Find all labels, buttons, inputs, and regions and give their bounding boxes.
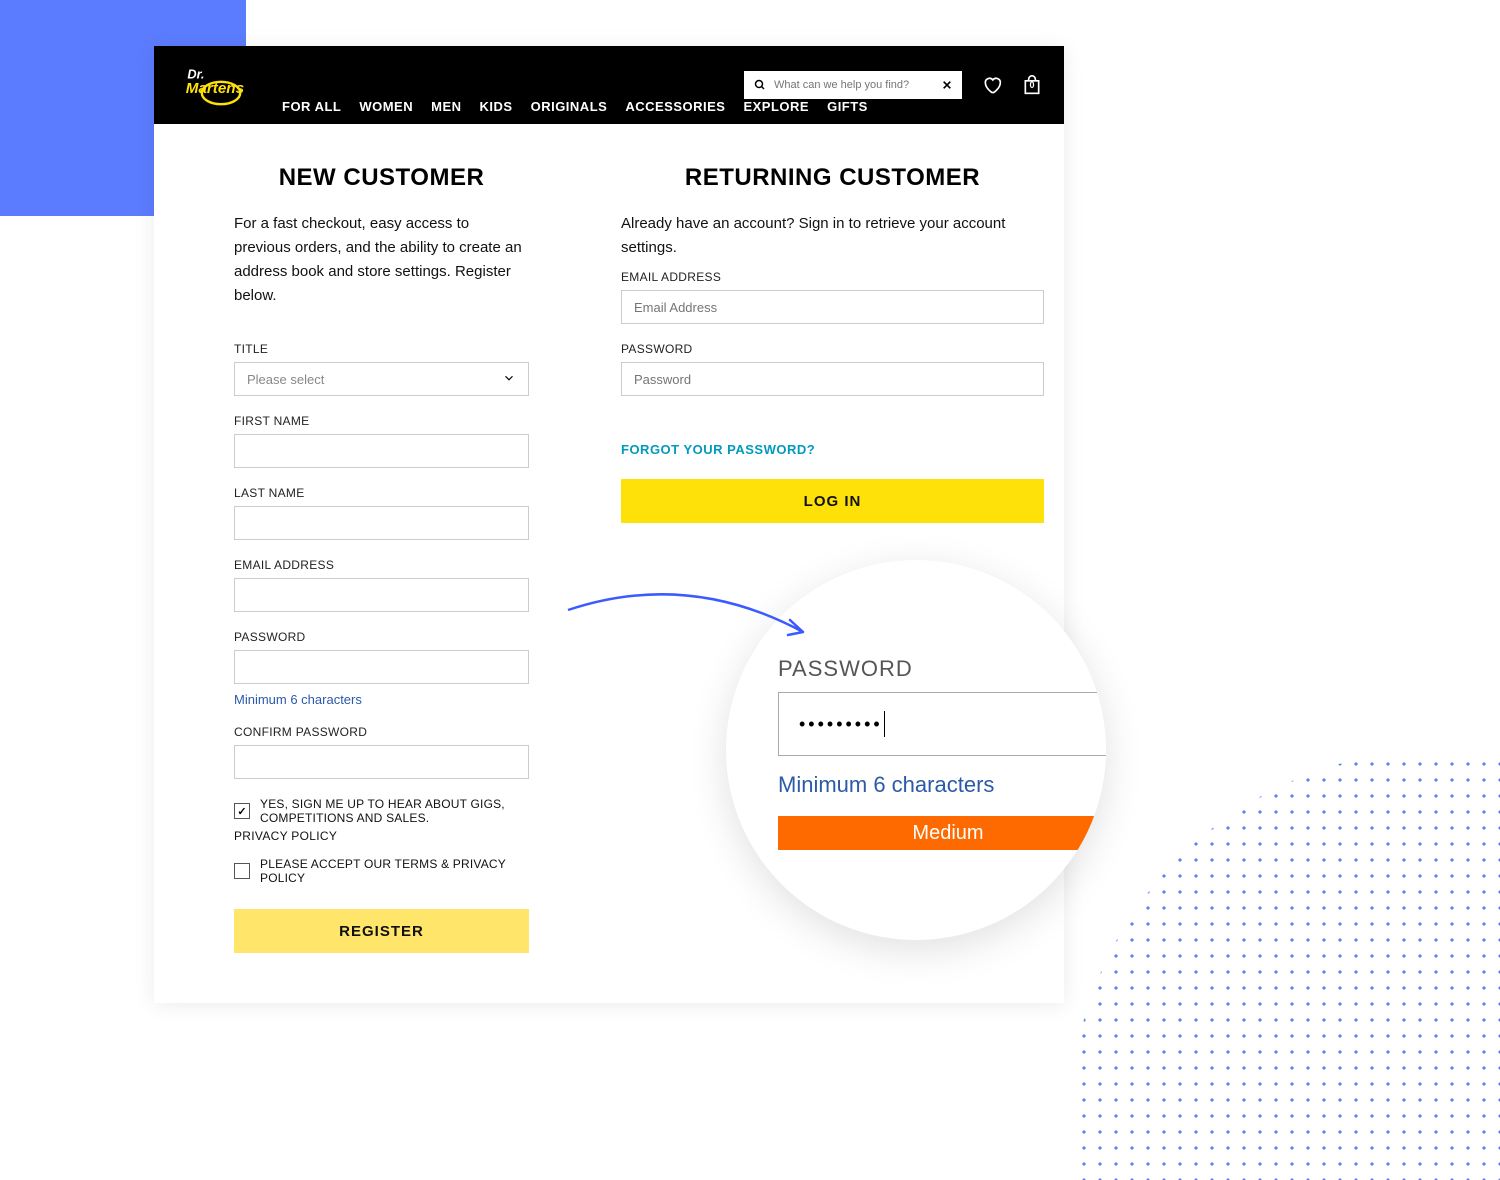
confirm-password-label: CONFIRM PASSWORD: [234, 725, 529, 739]
nav-originals[interactable]: ORIGINALS: [531, 99, 608, 114]
register-password-label: PASSWORD: [234, 630, 529, 644]
zoom-password-input: •••••••••: [778, 692, 1106, 756]
accept-terms-checkbox[interactable]: [234, 863, 250, 879]
title-select[interactable]: Please select: [234, 362, 529, 396]
header-bar: Dr. Martens FOR ALL WOMEN MEN KIDS ORIGI…: [154, 46, 1064, 124]
text-cursor: [884, 711, 885, 737]
new-customer-intro: For a fast checkout, easy access to prev…: [234, 212, 529, 308]
password-strength-label: Medium: [912, 822, 983, 845]
svg-text:Martens: Martens: [186, 80, 244, 97]
nav-accessories[interactable]: ACCESSORIES: [625, 99, 725, 114]
search-box: [744, 71, 962, 99]
first-name-label: FIRST NAME: [234, 414, 529, 428]
marketing-opt-in-checkbox[interactable]: [234, 803, 250, 819]
decorative-dot-pattern: [1060, 740, 1500, 1180]
login-email-input[interactable]: [621, 290, 1044, 324]
first-name-input[interactable]: [234, 434, 529, 468]
nav-for-all[interactable]: FOR ALL: [282, 99, 341, 114]
bag-count-badge: 0: [1022, 80, 1042, 90]
zoom-password-label: PASSWORD: [778, 656, 1106, 682]
nav-men[interactable]: MEN: [431, 99, 461, 114]
password-strength-meter: Medium: [778, 816, 1106, 850]
register-email-label: EMAIL ADDRESS: [234, 558, 529, 572]
primary-nav: FOR ALL WOMEN MEN KIDS ORIGINALS ACCESSO…: [282, 99, 868, 114]
title-label: TITLE: [234, 342, 529, 356]
brand-logo[interactable]: Dr. Martens: [176, 60, 266, 110]
nav-explore[interactable]: EXPLORE: [743, 99, 809, 114]
privacy-policy-link[interactable]: PRIVACY POLICY: [234, 829, 529, 843]
shopping-bag-icon[interactable]: 0: [1022, 74, 1042, 96]
forgot-password-link[interactable]: FORGOT YOUR PASSWORD?: [621, 442, 1044, 457]
password-hint: Minimum 6 characters: [234, 692, 529, 707]
register-password-input[interactable]: [234, 650, 529, 684]
returning-customer-intro: Already have an account? Sign in to retr…: [621, 212, 1044, 260]
login-password-input[interactable]: [621, 362, 1044, 396]
password-zoom-callout: PASSWORD ••••••••• Minimum 6 characters …: [726, 560, 1106, 940]
zoom-password-hint: Minimum 6 characters: [778, 772, 1106, 798]
returning-customer-heading: RETURNING CUSTOMER: [621, 164, 1044, 192]
new-customer-heading: NEW CUSTOMER: [234, 164, 529, 192]
search-icon: [754, 79, 766, 91]
chevron-down-icon: [502, 371, 516, 388]
last-name-input[interactable]: [234, 506, 529, 540]
login-email-label: EMAIL ADDRESS: [621, 270, 1044, 284]
new-customer-panel: NEW CUSTOMER For a fast checkout, easy a…: [154, 164, 609, 953]
nav-women[interactable]: WOMEN: [359, 99, 413, 114]
register-button[interactable]: REGISTER: [234, 909, 529, 953]
accept-terms-label: PLEASE ACCEPT OUR TERMS & PRIVACY POLICY: [260, 857, 529, 885]
title-select-placeholder: Please select: [247, 372, 324, 387]
clear-search-icon[interactable]: [942, 80, 952, 90]
search-input[interactable]: [774, 79, 934, 91]
register-email-input[interactable]: [234, 578, 529, 612]
wishlist-icon[interactable]: [982, 75, 1002, 95]
zoom-password-masked: •••••••••: [799, 714, 883, 735]
confirm-password-input[interactable]: [234, 745, 529, 779]
nav-gifts[interactable]: GIFTS: [827, 99, 868, 114]
last-name-label: LAST NAME: [234, 486, 529, 500]
login-button[interactable]: LOG IN: [621, 479, 1044, 523]
login-password-label: PASSWORD: [621, 342, 1044, 356]
nav-kids[interactable]: KIDS: [480, 99, 513, 114]
marketing-opt-in-label: YES, SIGN ME UP TO HEAR ABOUT GIGS, COMP…: [260, 797, 529, 825]
